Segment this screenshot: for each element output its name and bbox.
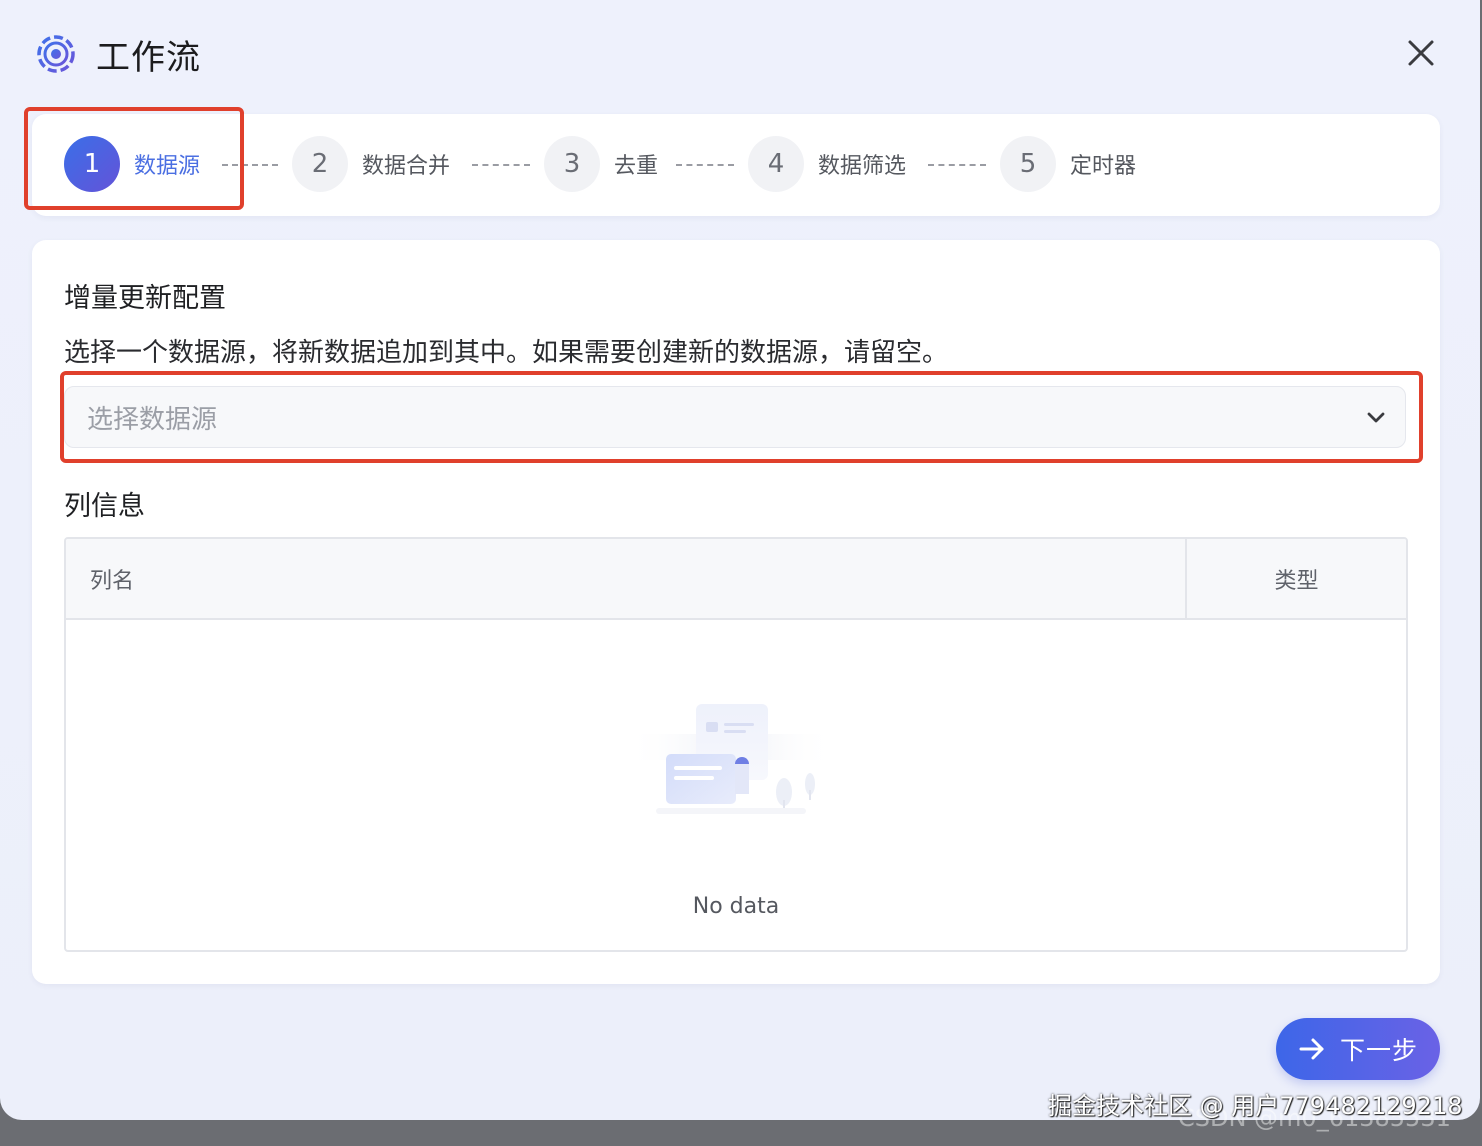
next-step-button[interactable]: 下一步 [1276,1018,1440,1080]
steps-bar: 1 数据源 2 数据合并 3 去重 4 数据筛选 5 定时器 [32,114,1440,216]
step-dedupe[interactable]: 3 去重 [544,136,658,192]
step-number: 4 [748,136,804,192]
chevron-down-icon [1367,412,1385,423]
column-info-table: 列名 类型 No data [64,537,1408,952]
step-timer[interactable]: 5 定时器 [1000,136,1136,192]
step-number: 2 [292,136,348,192]
step-label: 定时器 [1070,154,1137,179]
config-panel: 增量更新配置 选择一个数据源，将新数据追加到其中。如果需要创建新的数据源，请留空… [32,240,1440,984]
step-number: 1 [64,136,120,192]
modal-header: 工作流 [34,30,201,78]
arrow-right-icon [1299,1038,1324,1060]
incremental-update-title: 增量更新配置 [64,283,226,314]
table-header: 列名 类型 [66,539,1406,620]
step-connector [928,164,986,166]
step-label: 去重 [614,154,659,179]
column-header-name[interactable]: 列名 [66,539,1187,618]
step-connector [472,164,530,166]
workflow-gear-icon [37,35,75,73]
step-connector [222,164,278,166]
incremental-update-description: 选择一个数据源，将新数据追加到其中。如果需要创建新的数据源，请留空。 [64,338,949,368]
next-step-label: 下一步 [1339,1036,1418,1065]
table-empty-state: No data [66,620,1406,950]
close-icon[interactable] [1404,36,1438,70]
step-data-merge[interactable]: 2 数据合并 [292,136,450,192]
step-data-filter[interactable]: 4 数据筛选 [748,136,906,192]
step-connector [676,164,734,166]
step-label: 数据合并 [362,154,451,179]
modal-title: 工作流 [96,37,201,78]
step-number: 3 [544,136,600,192]
empty-data-illustration [626,704,836,814]
juejin-watermark: 掘金技术社区 @ 用户779482129218 [1048,1092,1463,1120]
step-number: 5 [1000,136,1056,192]
step-data-source[interactable]: 1 数据源 [64,136,200,192]
workflow-modal: 工作流 1 数据源 2 数据合并 3 去重 4 数据筛选 5 定时器 增量更新配… [0,0,1480,1120]
column-header-type[interactable]: 类型 [1187,539,1406,618]
data-source-select[interactable]: 选择数据源 [64,386,1406,448]
data-source-placeholder: 选择数据源 [87,404,218,435]
step-label: 数据源 [134,154,201,179]
column-info-title: 列信息 [64,491,145,522]
step-label: 数据筛选 [818,154,907,179]
empty-state-text: No data [692,894,780,919]
